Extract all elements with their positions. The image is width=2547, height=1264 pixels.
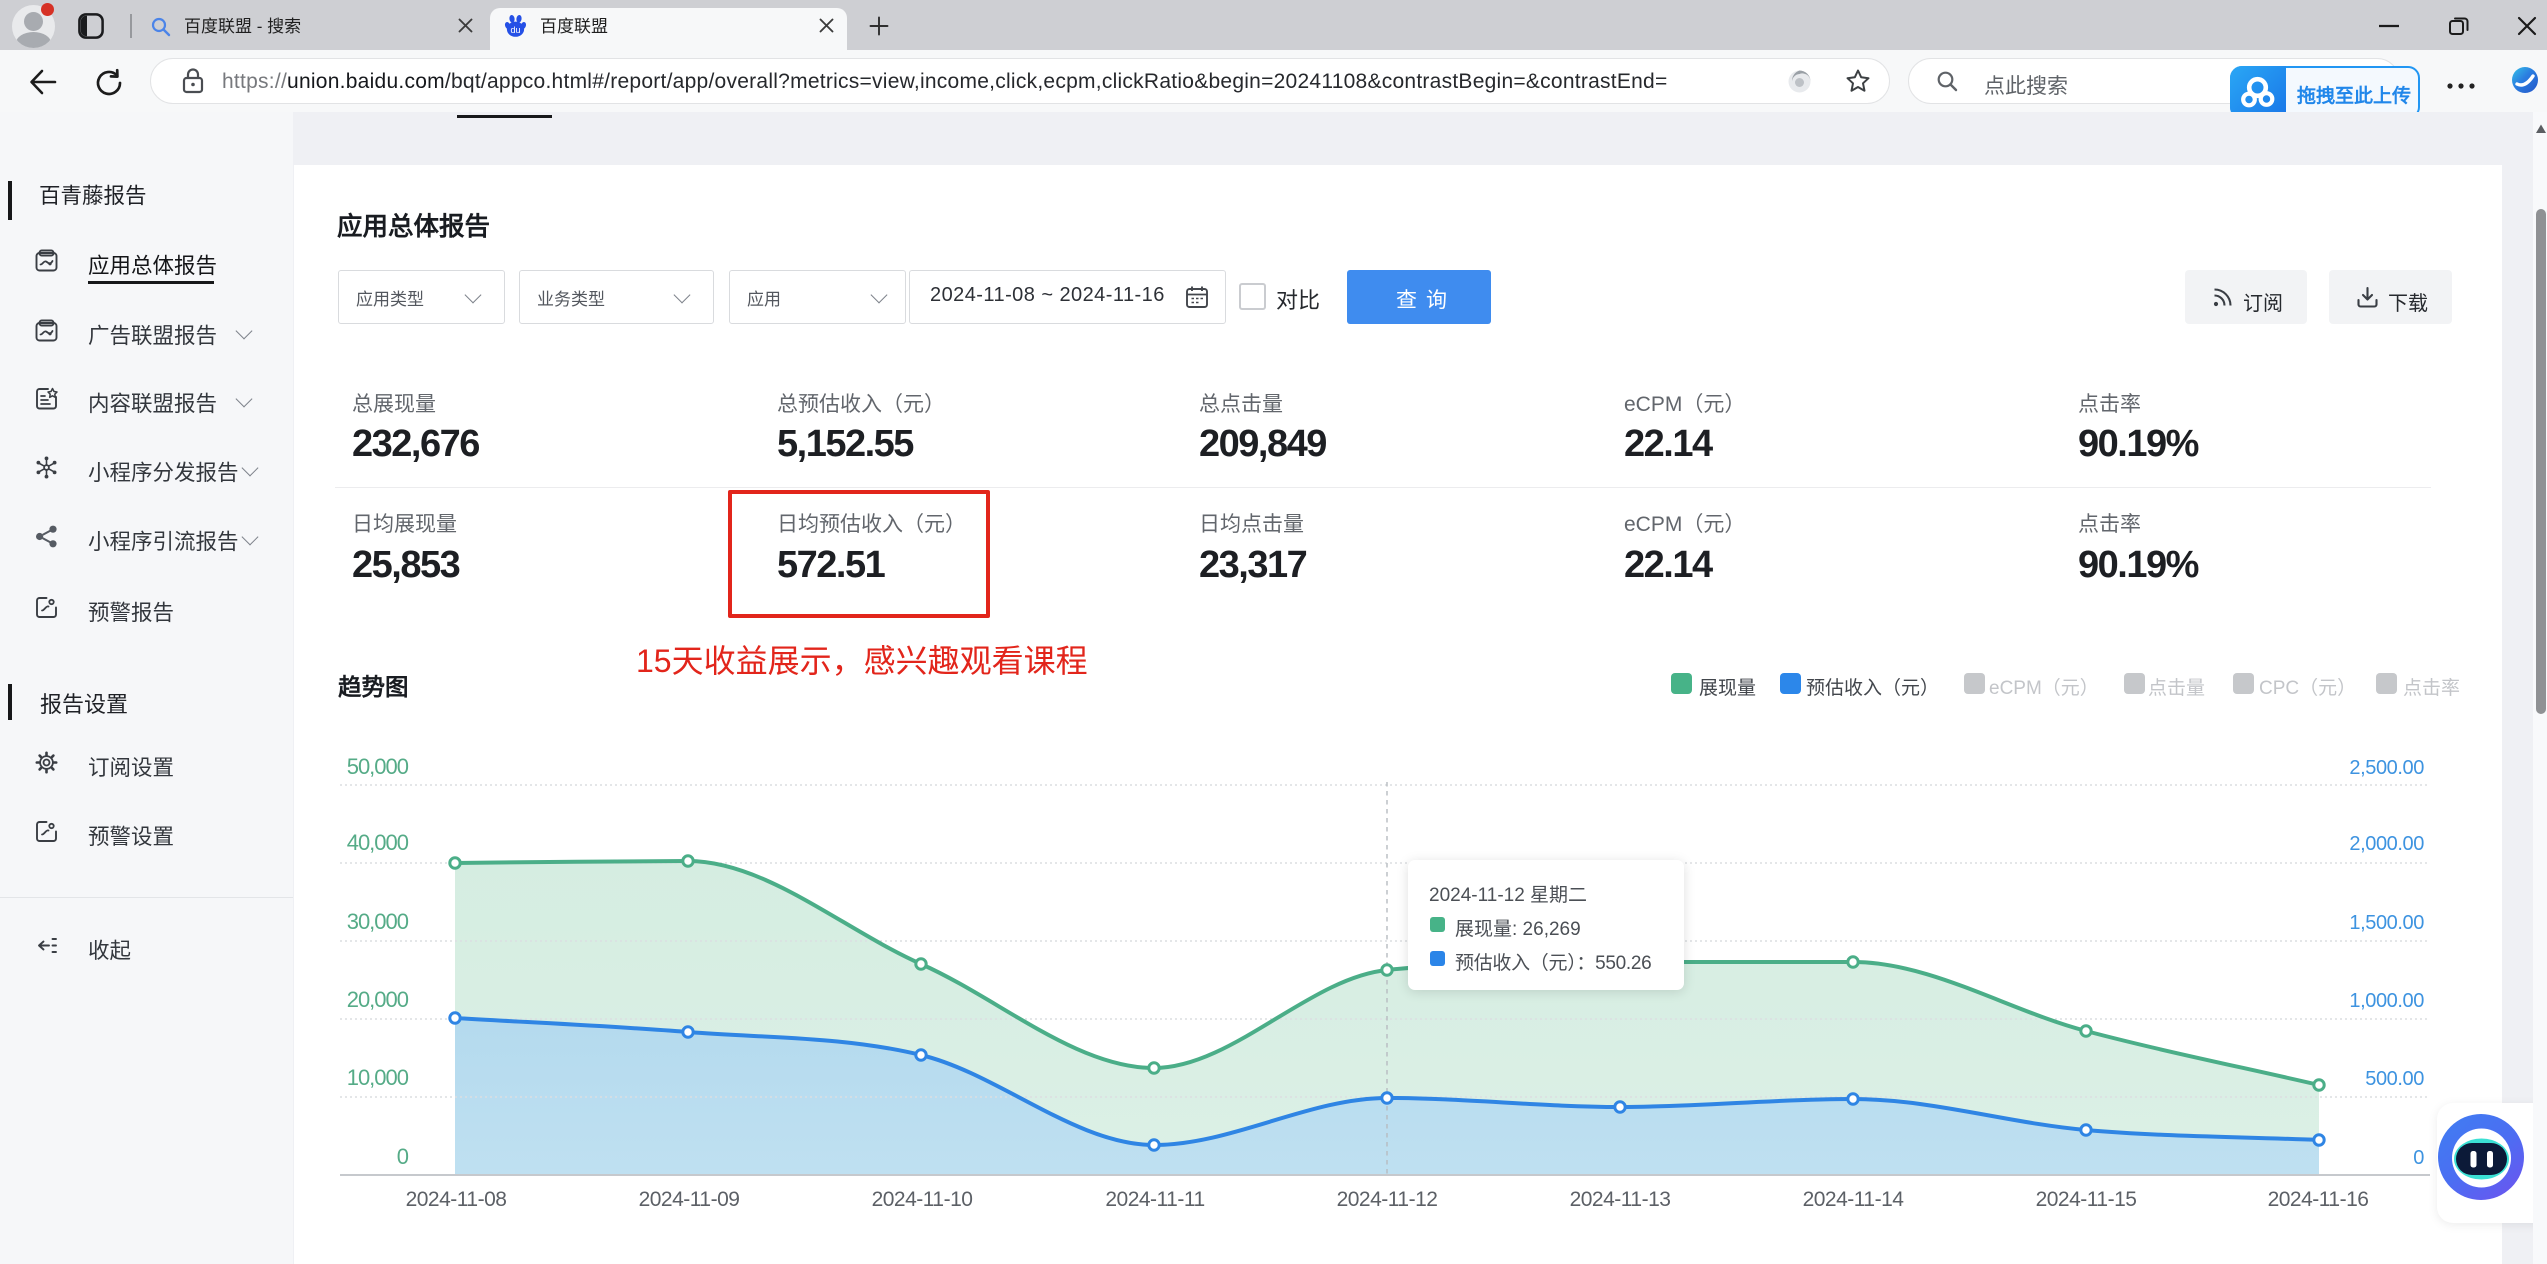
svg-text:2,500.00: 2,500.00 [2349,757,2424,779]
svg-text:2024-11-08: 2024-11-08 [406,1188,507,1211]
svg-text:30,000: 30,000 [347,909,409,934]
svg-text:40,000: 40,000 [347,830,409,855]
svg-text:0: 0 [397,1144,409,1169]
svg-text:1,500.00: 1,500.00 [2349,912,2424,934]
svg-text:2024-11-11: 2024-11-11 [1105,1188,1204,1211]
svg-text:1,000.00: 1,000.00 [2349,990,2424,1012]
svg-text:10,000: 10,000 [347,1065,409,1090]
svg-text:2024-11-15: 2024-11-15 [2036,1188,2137,1211]
svg-text:2024-11-09: 2024-11-09 [639,1188,740,1211]
svg-text:0: 0 [2413,1147,2424,1169]
svg-text:2024-11-10: 2024-11-10 [872,1188,973,1211]
svg-text:2024-11-13: 2024-11-13 [1570,1188,1671,1211]
svg-text:50,000: 50,000 [347,754,409,779]
svg-text:2024-11-12: 2024-11-12 [1337,1188,1438,1211]
svg-text:2024-11-14: 2024-11-14 [1803,1188,1905,1211]
svg-text:2024-11-16: 2024-11-16 [2268,1188,2369,1211]
svg-text:500.00: 500.00 [2365,1068,2424,1090]
svg-text:20,000: 20,000 [347,987,409,1012]
svg-text:2,000.00: 2,000.00 [2349,833,2424,855]
